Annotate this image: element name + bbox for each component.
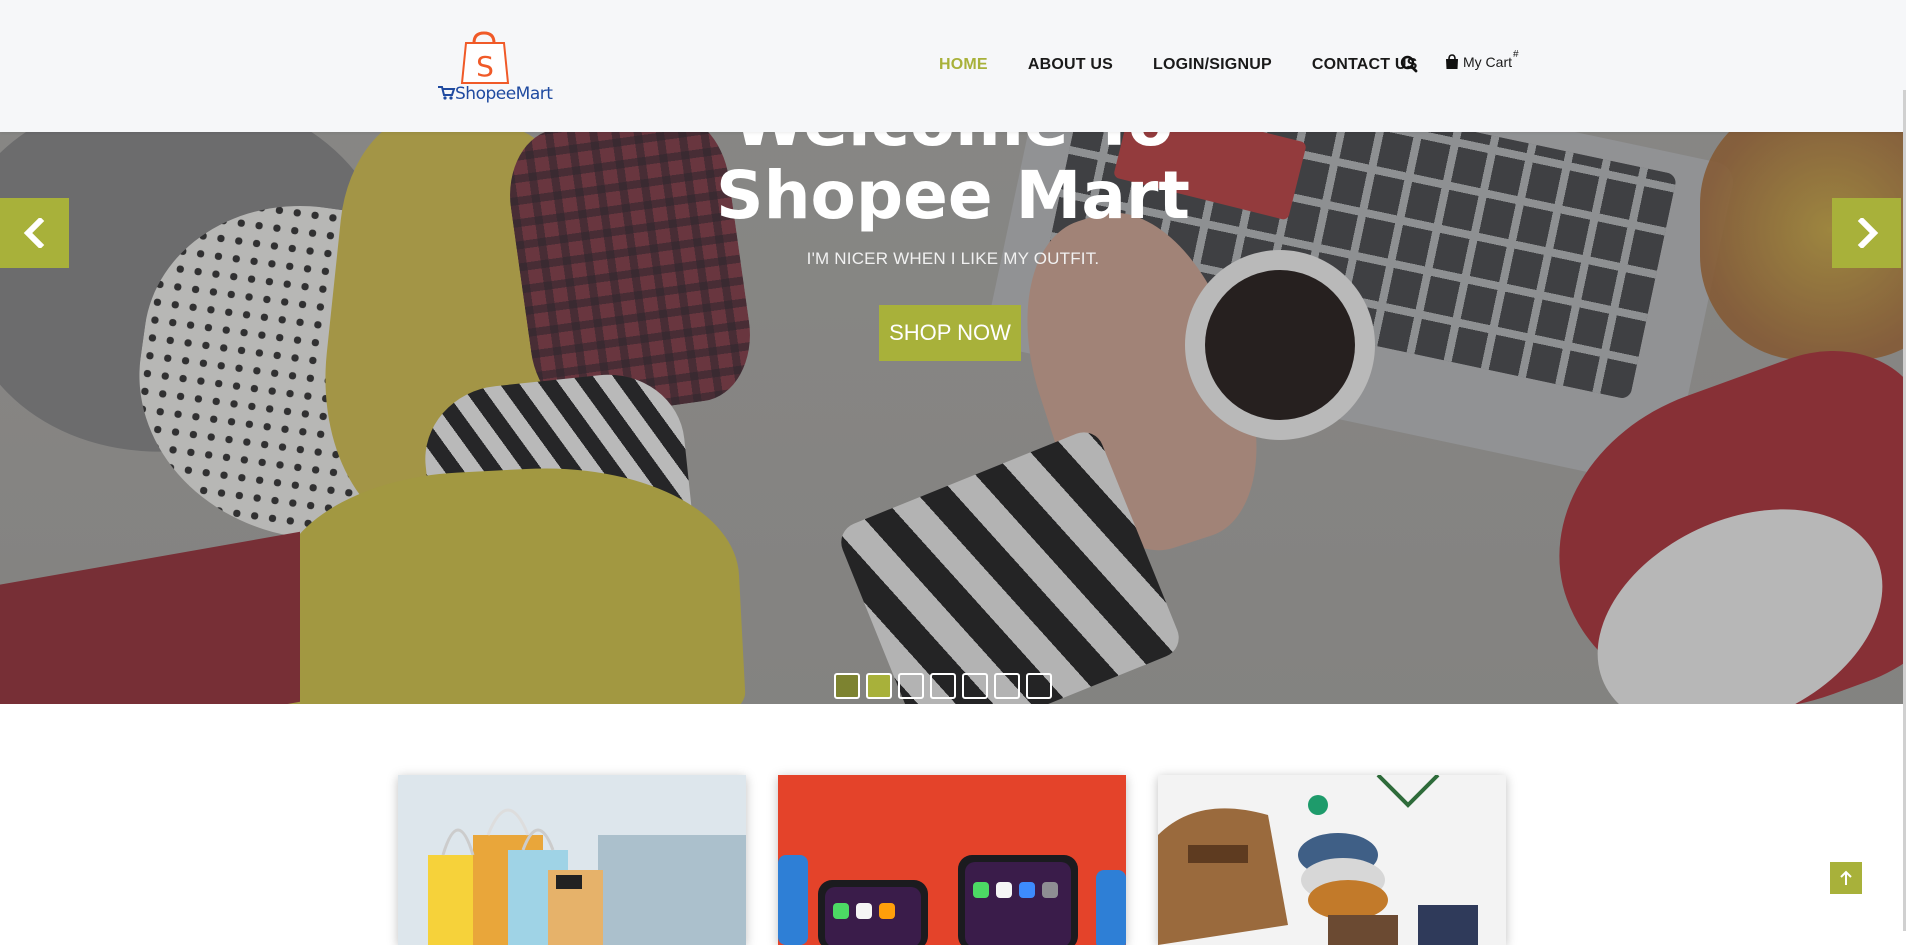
shopping-bags-image: [398, 775, 746, 945]
hero-title-line2: Shopee Mart: [716, 157, 1190, 234]
slider-indicator[interactable]: [1026, 673, 1052, 699]
shop-now-button[interactable]: SHOP NOW: [879, 305, 1021, 361]
nav-about-us[interactable]: ABOUT US: [1028, 56, 1113, 74]
slider-indicator[interactable]: [866, 673, 892, 699]
slider-indicator[interactable]: [834, 673, 860, 699]
cart-label: My Cart: [1463, 54, 1512, 70]
shopping-bag-icon: [1446, 54, 1458, 69]
main-nav: HOME ABOUT US LOGIN/SIGNUP CONTACT US: [939, 56, 1458, 74]
winter-accessories-image: [1158, 775, 1506, 945]
logo-text: ShopeeMart: [455, 84, 553, 104]
search-icon[interactable]: [1400, 55, 1418, 73]
logo-letter: S: [476, 50, 494, 83]
slider-indicator[interactable]: [994, 673, 1020, 699]
slider-indicator[interactable]: [962, 673, 988, 699]
nav-home[interactable]: HOME: [939, 56, 988, 74]
hero-subtitle: I'M NICER WHEN I LIKE MY OUTFIT.: [806, 249, 1100, 268]
slider-indicator[interactable]: [898, 673, 924, 699]
product-card-winter-accessories[interactable]: [1158, 775, 1506, 945]
scroll-to-top-button[interactable]: [1830, 862, 1862, 894]
cart-link[interactable]: My Cart #: [1445, 49, 1522, 70]
product-card-smartphones[interactable]: [778, 775, 1126, 945]
slider-prev-button[interactable]: [0, 198, 69, 268]
cart-count-badge: #: [1513, 48, 1519, 60]
nav-login-signup[interactable]: LOGIN/SIGNUP: [1153, 56, 1272, 74]
smartphones-image: [778, 775, 1126, 945]
chevron-left-icon: [23, 218, 44, 248]
site-header: S ShopeeMart HOME ABOUT US LOGIN/SIGNUP …: [0, 0, 1906, 132]
arrow-up-icon: [1840, 870, 1852, 885]
slider-next-button[interactable]: [1832, 198, 1901, 268]
chevron-right-icon: [1857, 218, 1878, 248]
product-card-shopping-bags[interactable]: [398, 775, 746, 945]
slider-indicators: [834, 673, 1052, 699]
slider-indicator[interactable]: [930, 673, 956, 699]
